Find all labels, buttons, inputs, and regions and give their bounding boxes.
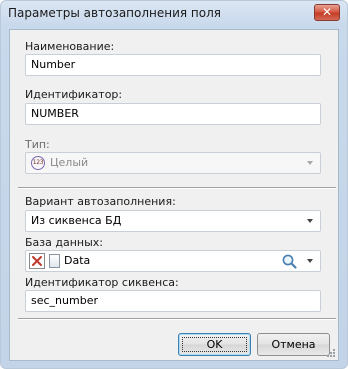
database-select[interactable]: Data <box>25 250 321 272</box>
dialog-window: Параметры автозаполнения поля ✕ Наименов… <box>0 0 348 369</box>
chevron-down-icon[interactable] <box>307 259 313 263</box>
search-icon[interactable] <box>281 253 298 270</box>
type-label: Тип: <box>25 138 50 151</box>
sequence-id-label: Идентификатор сиквенса: <box>25 276 179 289</box>
database-label: База данных: <box>25 236 104 249</box>
type-select[interactable]: 123 Целый <box>25 152 321 174</box>
identifier-label: Идентификатор: <box>25 88 123 101</box>
sequence-id-input[interactable]: sec_number <box>25 290 321 312</box>
window-title: Параметры автозаполнения поля <box>8 6 222 20</box>
close-button[interactable]: ✕ <box>314 4 340 21</box>
identifier-input[interactable]: NUMBER <box>25 103 321 125</box>
integer-type-icon: 123 <box>31 156 45 170</box>
separator <box>18 187 336 189</box>
autofill-label: Вариант автозаполнения: <box>25 195 176 208</box>
name-input[interactable]: Number <box>25 54 321 76</box>
chevron-down-icon <box>307 161 313 165</box>
separator <box>18 318 336 320</box>
autofill-select-value: Из сиквенса БД <box>31 214 122 227</box>
autofill-select[interactable]: Из сиквенса БД <box>25 210 321 232</box>
title-bar[interactable]: Параметры автозаполнения поля ✕ <box>1 1 347 27</box>
cancel-button[interactable]: Отмена <box>257 333 330 356</box>
type-select-value: Целый <box>50 156 89 169</box>
database-select-value: Data <box>64 254 91 267</box>
database-icon <box>49 254 60 268</box>
ok-button[interactable]: OK <box>178 333 251 356</box>
focus-rect <box>182 337 247 352</box>
chevron-down-icon <box>307 219 313 223</box>
dialog-body: Наименование: Number Идентификатор: NUMB… <box>9 29 339 361</box>
clear-x-icon[interactable] <box>29 253 45 269</box>
name-label: Наименование: <box>25 40 115 53</box>
resize-grip-icon[interactable] <box>325 347 335 357</box>
